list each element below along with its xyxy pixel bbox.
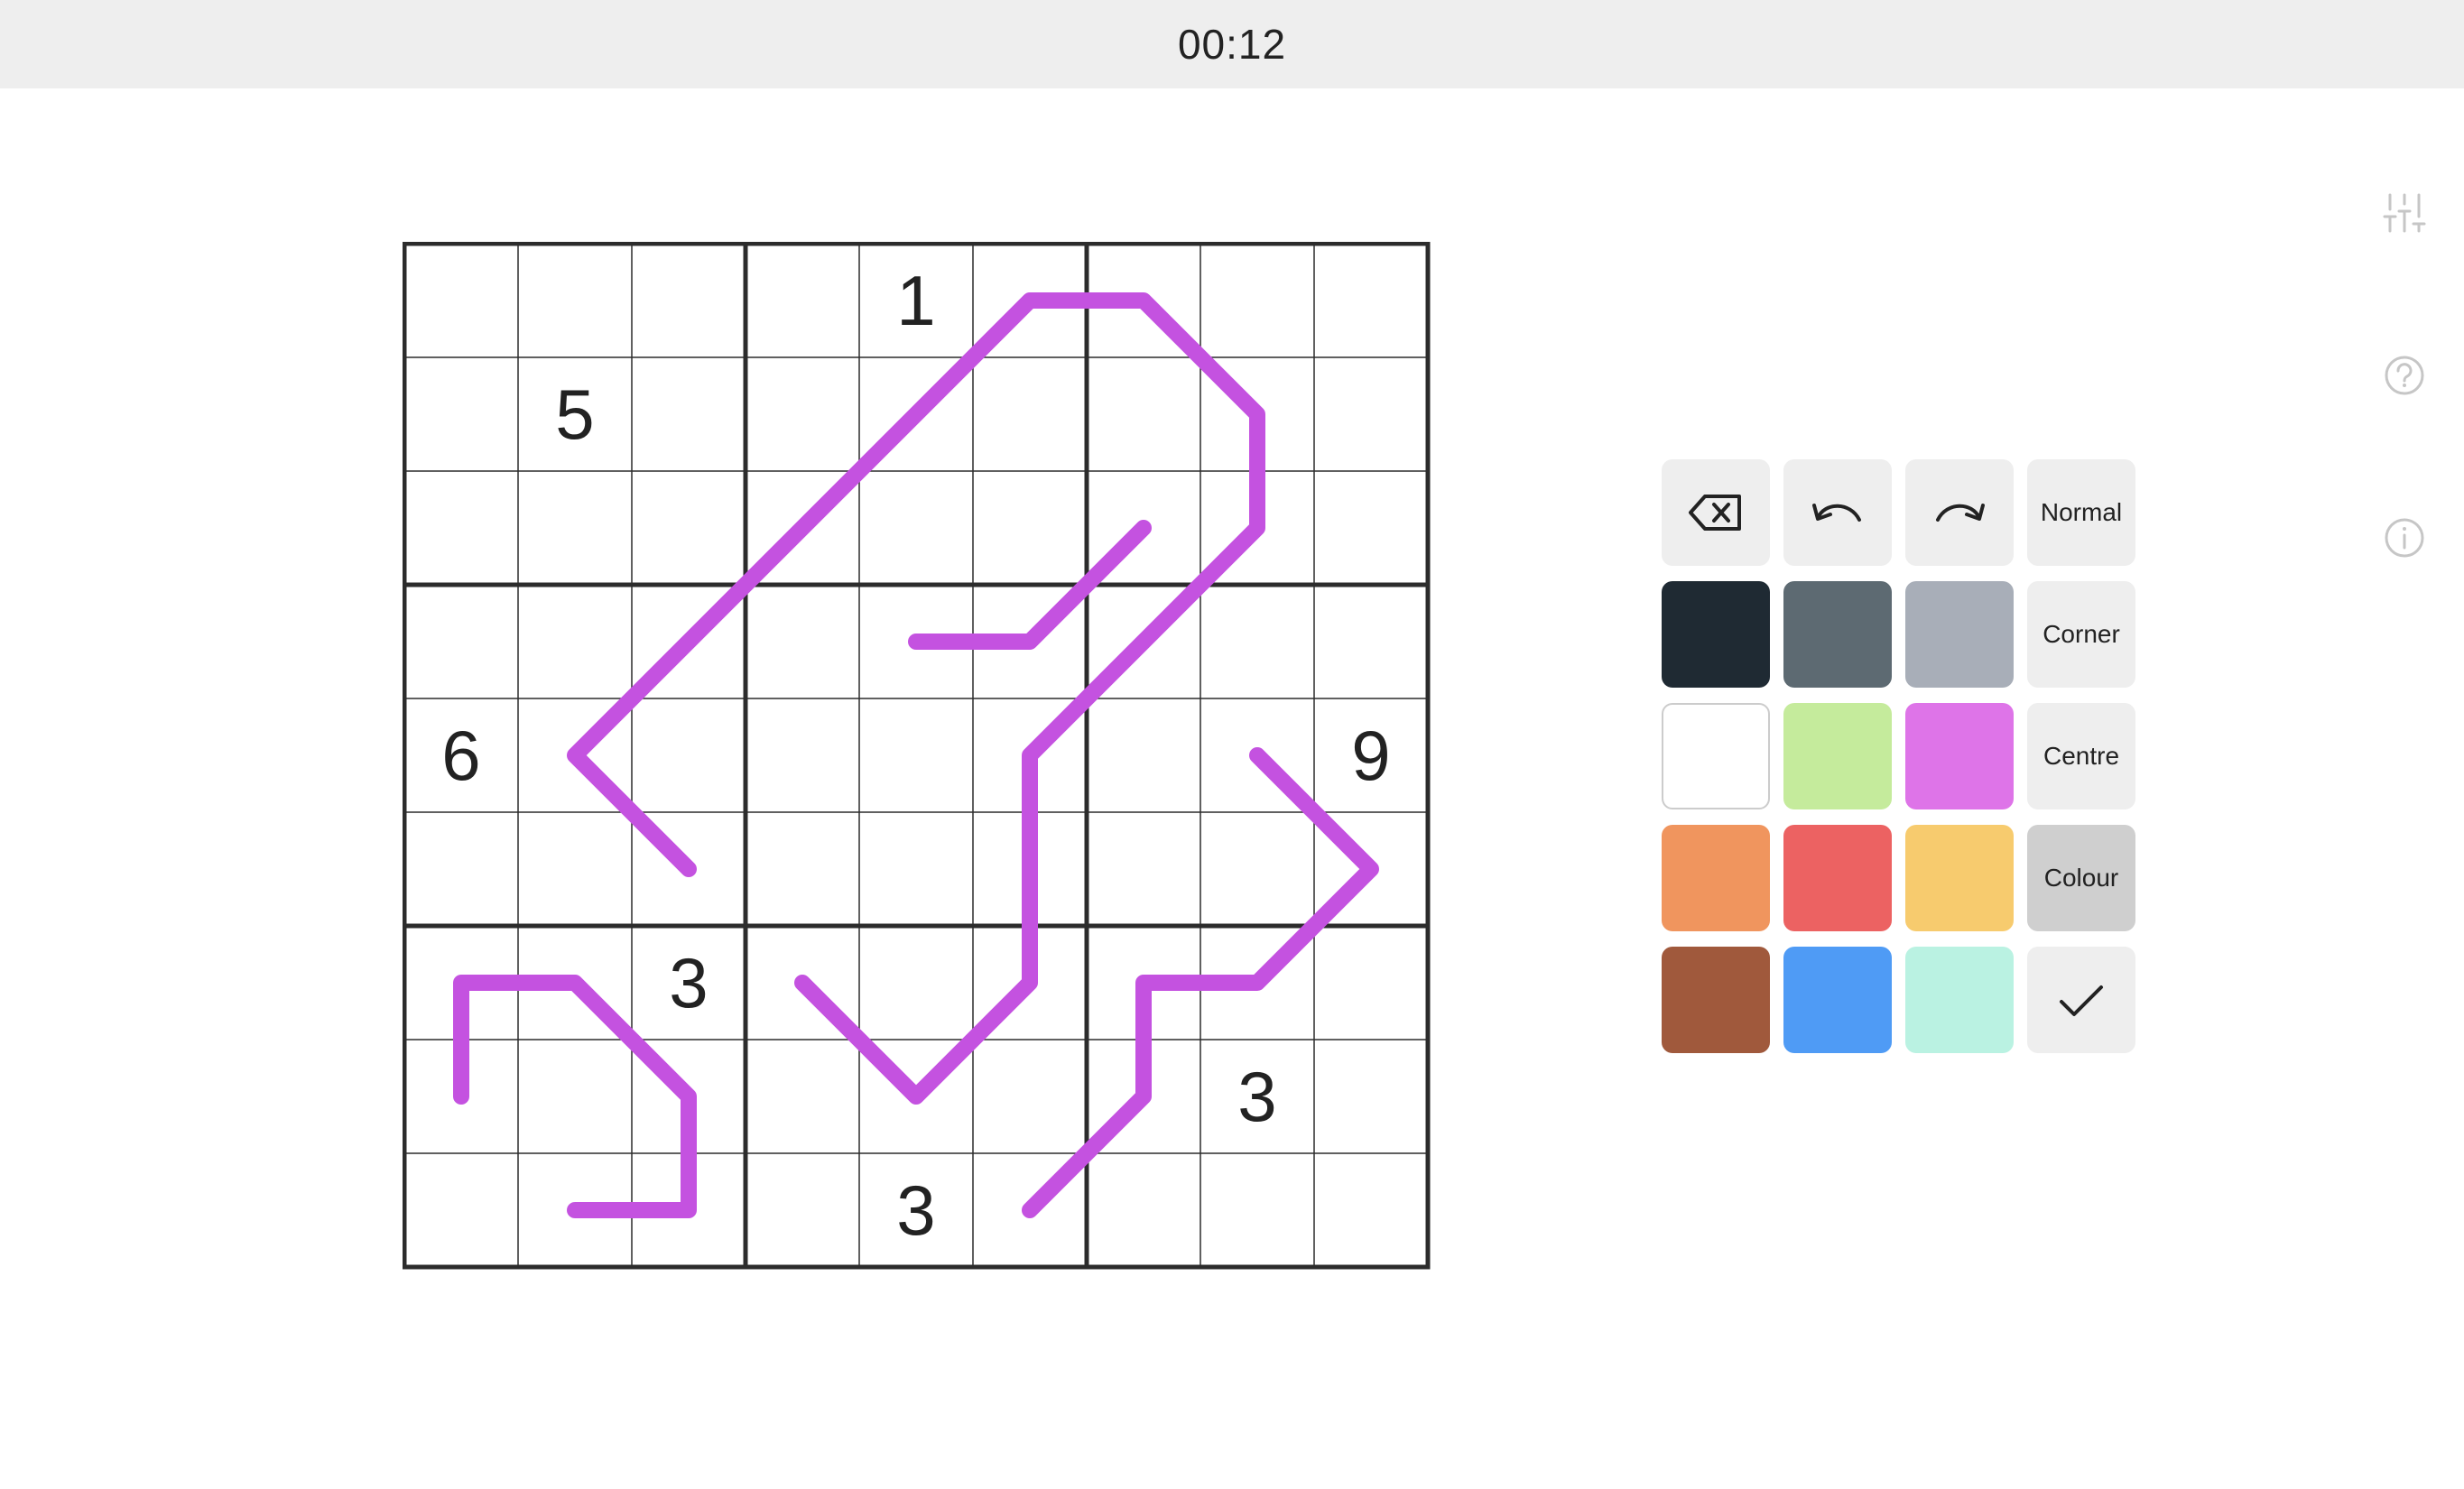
given-digit: 5 [555,375,594,454]
grid-cell[interactable] [404,812,518,926]
color-swatch-light-green[interactable] [1783,703,1892,809]
grid-cell[interactable] [632,357,746,471]
grid-cell[interactable] [632,244,746,357]
grid-cell[interactable] [973,357,1087,471]
given-digit: 3 [1237,1057,1276,1136]
colour-mode-button[interactable]: Colour [2027,825,2135,931]
given-digit: 1 [896,261,935,340]
color-swatch-blue[interactable] [1783,947,1892,1053]
grid-cell[interactable] [746,585,859,698]
grid-cell[interactable] [859,471,973,585]
color-swatch-brown[interactable] [1662,947,1770,1053]
grid-cell[interactable] [518,471,632,585]
grid-cell[interactable] [404,585,518,698]
timer: 00:12 [1177,21,1287,68]
grid-cell[interactable] [746,698,859,812]
grid-cell[interactable] [1314,1040,1428,1153]
color-swatch-yellow[interactable] [1905,825,2014,931]
grid-cell[interactable] [1200,585,1314,698]
info-icon[interactable] [2383,516,2426,560]
grid-cell[interactable] [859,926,973,1040]
redo-icon [1936,504,1985,522]
help-icon[interactable] [2383,354,2426,397]
given-digit: 3 [896,1170,935,1250]
grid-cell[interactable] [404,1153,518,1267]
sudoku-grid[interactable]: 1 5 6 9 3 3 3 [403,242,1431,1271]
given-digit: 3 [669,943,708,1022]
normal-mode-button[interactable]: Normal [2027,459,2135,566]
grid-cell[interactable] [1200,812,1314,926]
grid-cell[interactable] [973,471,1087,585]
checkmark-icon [2060,985,2103,1016]
top-bar: 00:12 [0,0,2464,88]
delete-button[interactable] [1662,459,1770,566]
grid-cell[interactable] [518,1040,632,1153]
grid-cell[interactable] [859,698,973,812]
grid-cell[interactable] [632,698,746,812]
control-pad: Normal Corner Centre Colour [1662,459,2135,1057]
grid-cell[interactable] [1314,585,1428,698]
grid-cell[interactable] [1314,471,1428,585]
check-button[interactable] [2027,947,2135,1053]
grid-cell[interactable] [404,357,518,471]
grid-cell[interactable] [746,357,859,471]
grid-cell[interactable] [1087,812,1200,926]
grid-cell[interactable] [746,812,859,926]
undo-button[interactable] [1783,459,1892,566]
grid-cell[interactable] [1314,926,1428,1040]
color-swatch-mint[interactable] [1905,947,2014,1053]
grid-cell[interactable] [1200,1153,1314,1267]
grid-cell[interactable] [746,1040,859,1153]
grid-cell[interactable] [1200,244,1314,357]
grid-cell[interactable] [859,812,973,926]
given-digit: 6 [441,716,480,795]
color-swatch-white[interactable] [1662,703,1770,809]
grid-cell[interactable] [518,812,632,926]
color-swatch-magenta[interactable] [1905,703,2014,809]
color-swatch-dark-grey[interactable] [1783,581,1892,688]
grid-cell[interactable] [518,585,632,698]
grid-cell[interactable] [518,244,632,357]
grid-cell[interactable] [1314,357,1428,471]
color-swatch-black[interactable] [1662,581,1770,688]
color-swatch-light-grey[interactable] [1905,581,2014,688]
grid-cell[interactable] [404,471,518,585]
corner-mode-button[interactable]: Corner [2027,581,2135,688]
grid-cell[interactable] [1314,1153,1428,1267]
grid-cell[interactable] [1087,1153,1200,1267]
color-swatch-red[interactable] [1783,825,1892,931]
given-digit: 9 [1351,716,1390,795]
backspace-icon [1689,495,1741,531]
grid-cell[interactable] [1314,244,1428,357]
grid-cell[interactable] [746,1153,859,1267]
redo-button[interactable] [1905,459,2014,566]
color-swatch-orange[interactable] [1662,825,1770,931]
undo-icon [1812,504,1861,522]
grid-cell[interactable] [632,471,746,585]
grid-cell[interactable] [1087,357,1200,471]
grid-cell[interactable] [404,244,518,357]
centre-mode-button[interactable]: Centre [2027,703,2135,809]
settings-sliders-icon[interactable] [2383,191,2426,235]
grid-cell[interactable] [746,244,859,357]
grid-cell[interactable] [973,1040,1087,1153]
grid-cell[interactable] [1087,698,1200,812]
